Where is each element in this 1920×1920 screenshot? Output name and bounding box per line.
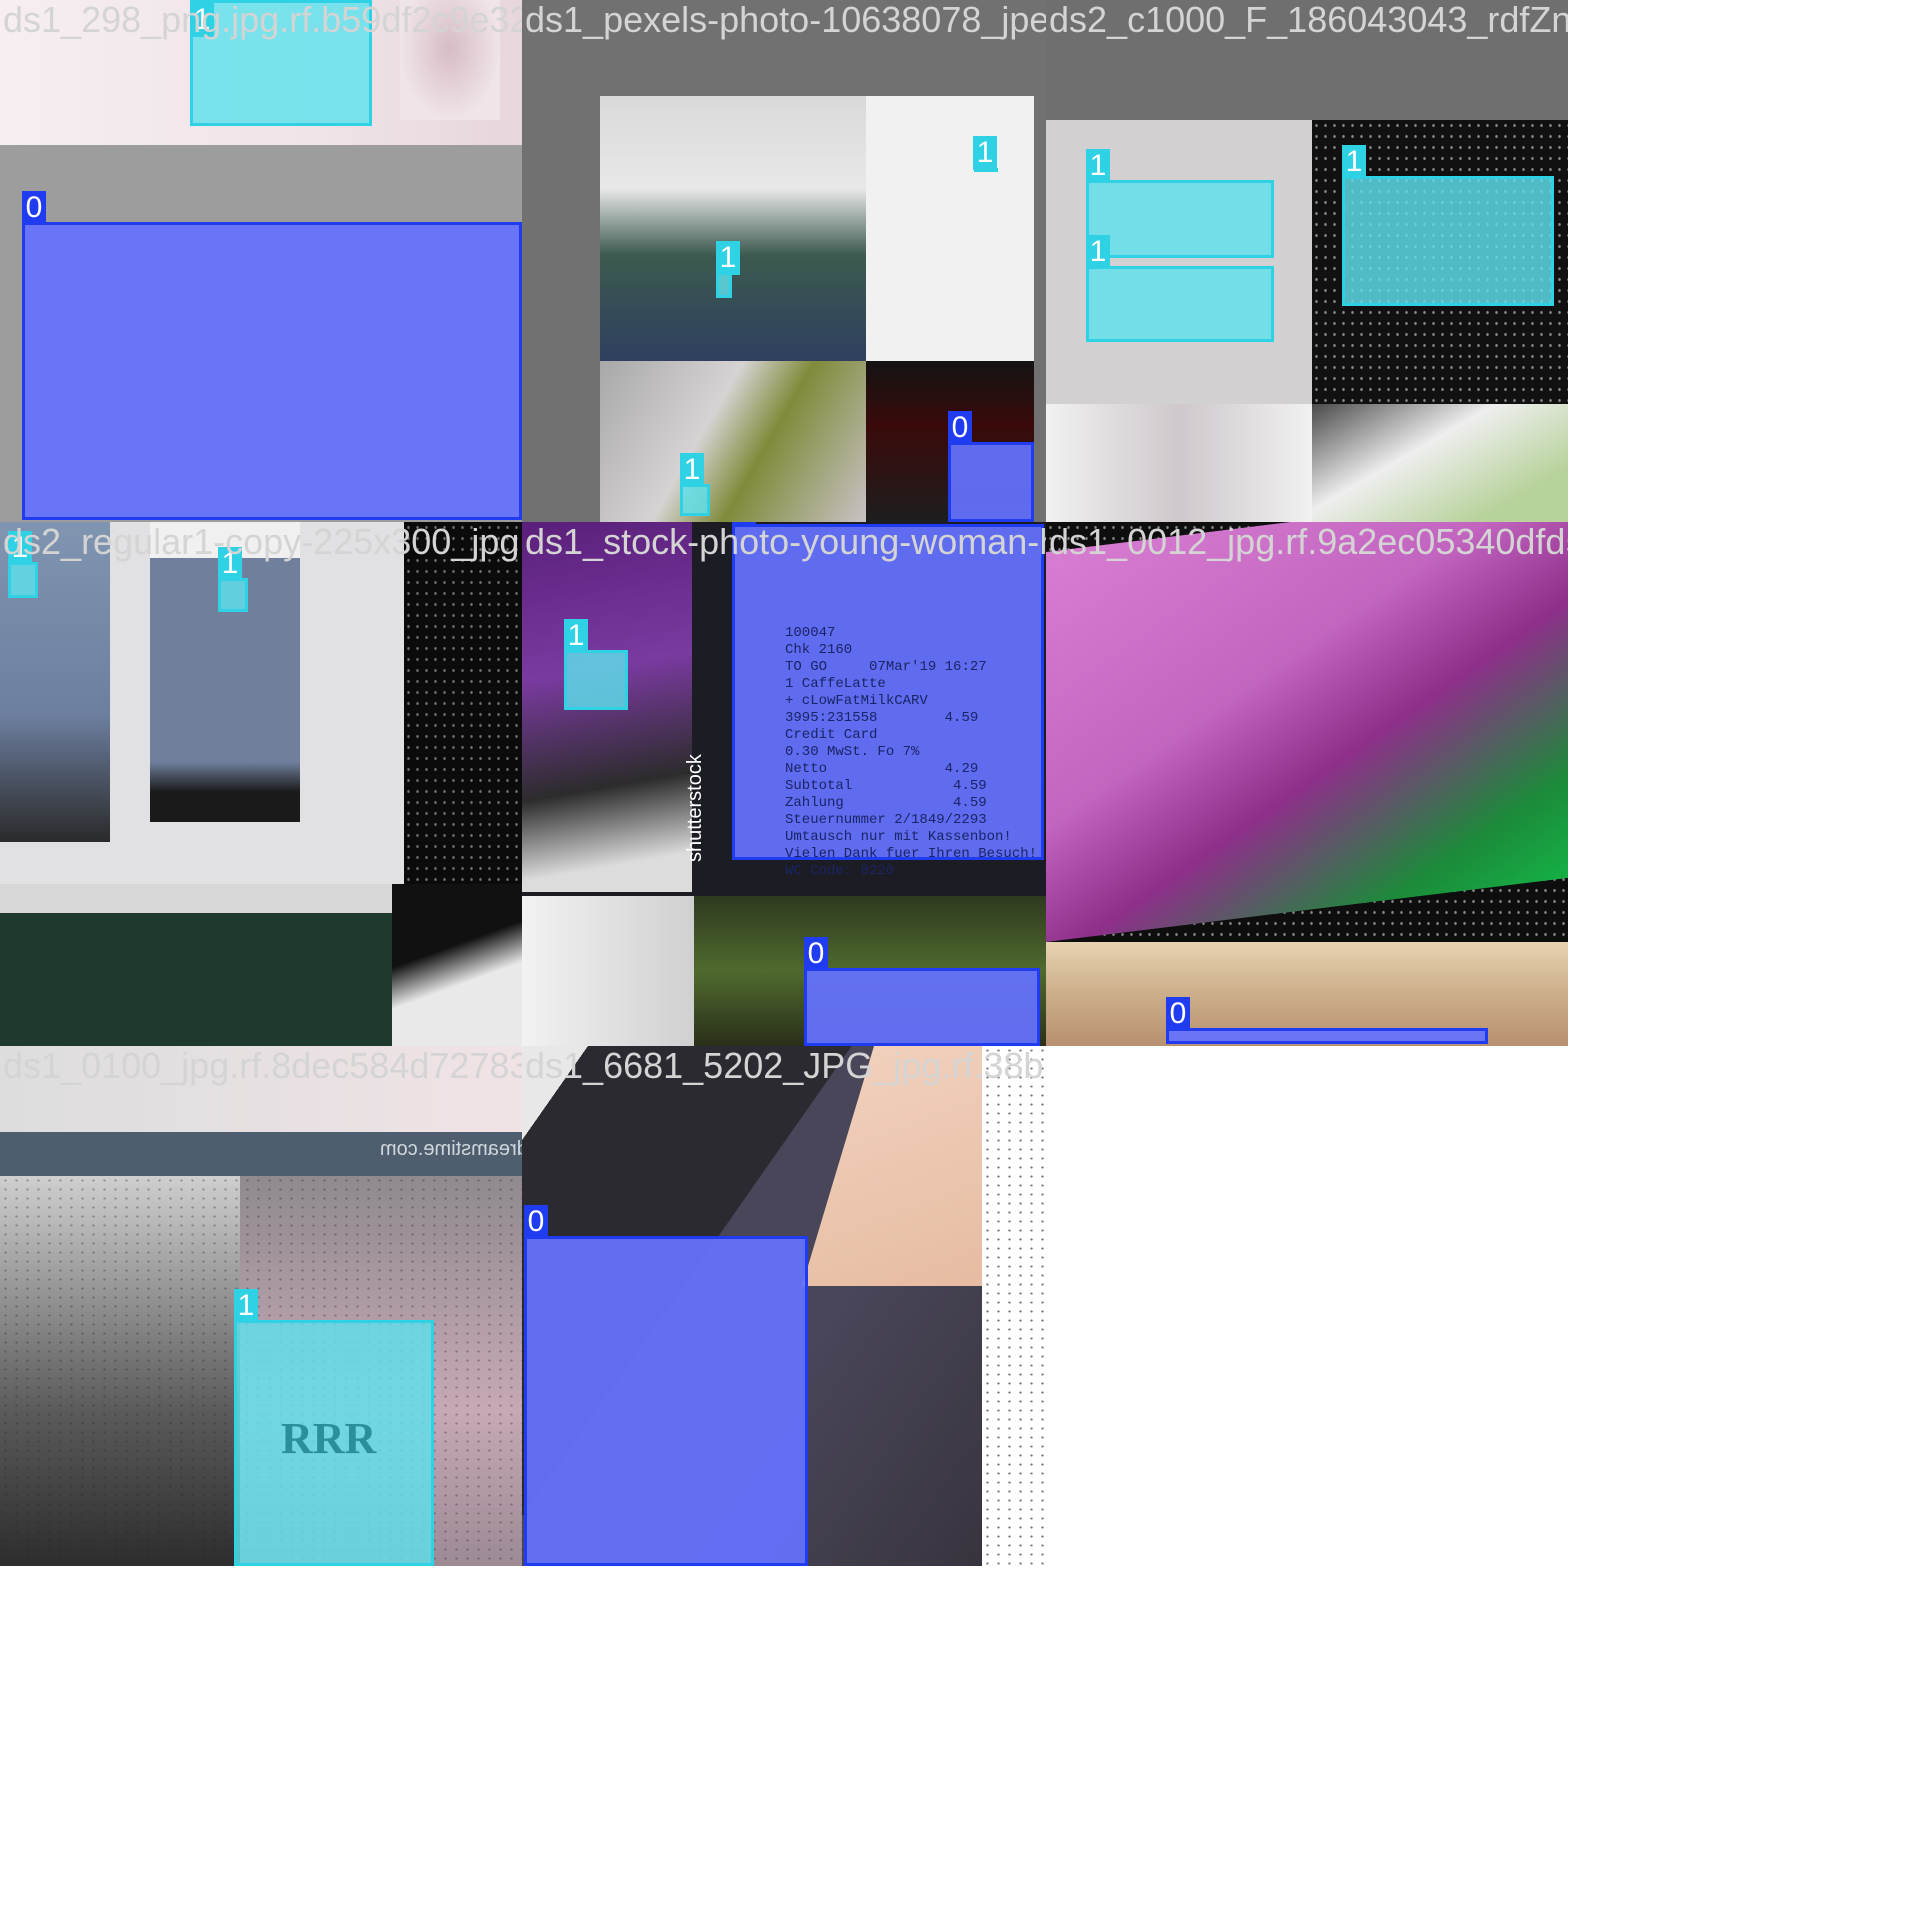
class-tag: 1 [218,547,242,581]
class-tag: 0 [948,411,972,445]
mosaic-tile: ds1_pexels-photo-10638078_jpeg_jpg.rf2c … [522,0,1046,522]
detection-box-class-1: 1 [218,547,248,612]
detection-box-class-1: 1 RRR [234,1289,434,1566]
receipt-line: 3995:231558 4.59 [785,710,979,726]
id-card-logo: RRR [281,1414,377,1463]
detection-box-class-1: 1 [1086,235,1274,342]
receipt-line: 1 CaffeLatte [785,676,886,692]
receipt-line: Zahlung 4.59 [785,795,987,811]
detection-box-class-0: 0 [524,1205,808,1566]
detection-box-class-0: 0 [1166,997,1488,1044]
detection-box-class-1: 1 [190,0,372,126]
receipt-line: 100047 [785,625,836,641]
class-tag: 0 [1166,997,1190,1031]
class-tag: 0 [22,191,46,225]
detection-box-class-0: 0 [948,411,1034,522]
mosaic-tile: ds1_0012_jpg.rf.9a2ec05340dfd5ee0 0 [1046,522,1568,1046]
class-tag: 1 [1086,235,1110,269]
class-tag: 1 [973,136,997,170]
class-tag: 1 [1086,149,1110,183]
tile-filename: ds1_pexels-photo-10638078_jpeg_jpg.rf2c [525,0,1046,40]
detection-box-class-1: 1 [1342,145,1554,306]
class-tag: 1 [716,241,740,275]
receipt-line: Umtausch nur mit Kassenbon! [785,829,1012,845]
mosaic-tile: ds2_regular1-copy-225x300_jpg.rf.9da 1 1 [0,522,522,1046]
receipt-line: Subtotal 4.59 [785,778,987,794]
class-tag: 0 [524,1205,548,1239]
detection-box-class-1: 1 [1086,149,1274,258]
receipt-line: Chk 2160 [785,642,853,658]
mosaic-tile: ds1_6681_5202_JPG_jpg.rf.38b1a9f2c368f49… [522,1046,1046,1566]
detection-box-class-0: 0 [804,937,1040,1046]
receipt-line: TO GO 07Mar'19 16:27 [785,659,987,675]
receipt-line: Vielen Dank fuer Ihren Besuch! [785,846,1038,862]
mosaic-tile: ds1_298_png.jpg.rf.b59df2c9e32f0fa3953b0… [0,0,522,522]
detection-box-class-1: 1 [973,136,998,172]
class-tag: 0 [732,522,756,527]
detection-box-class-1: 1 [716,241,740,298]
detection-box-class-0: 0 100047 Chk 2160 TO GO 07Mar'19 16:27 1… [732,522,1044,879]
receipt-line: Credit Card [785,727,878,743]
tile-filename: ds2_c1000_F_186043043_rdfZnfYFLW [1049,0,1568,40]
receipt-line: 0.30 MwSt. Fo 7% [785,744,920,760]
empty-mosaic-area [1046,1046,1568,1566]
detection-box-class-1: 1 [680,453,710,516]
class-tag: 0 [804,937,828,971]
watermark-text: dreamstime.com [380,1138,522,1160]
class-tag: 1 [564,619,588,653]
receipt-line: + cLowFatMilkCARV [785,693,928,709]
class-tag: 1 [234,1289,258,1323]
mosaic-tile: shutterstock ds1_stock-photo-young-woman… [522,522,1046,1046]
mosaic-tile: dreamstime.com ds1_0100_jpg.rf.8dec584d7… [0,1046,522,1566]
mosaic-tile: ds2_c1000_F_186043043_rdfZnfYFLW 1 1 1 [1046,0,1568,522]
class-tag: 1 [680,453,704,487]
class-tag: 1 [1342,145,1366,179]
receipt-line: Steuernummer 2/1849/2293 [785,812,987,828]
receipt-line: Netto 4.29 [785,761,979,777]
detection-box-class-1: 1 [564,619,628,710]
detection-box-class-1: 1 [8,531,38,598]
watermark-text: shutterstock [684,754,706,862]
receipt-line: WC Code: 0220 [785,863,895,879]
class-tag: 1 [190,3,214,37]
detection-box-class-0: 0 [22,191,522,520]
class-tag: 1 [8,531,32,565]
